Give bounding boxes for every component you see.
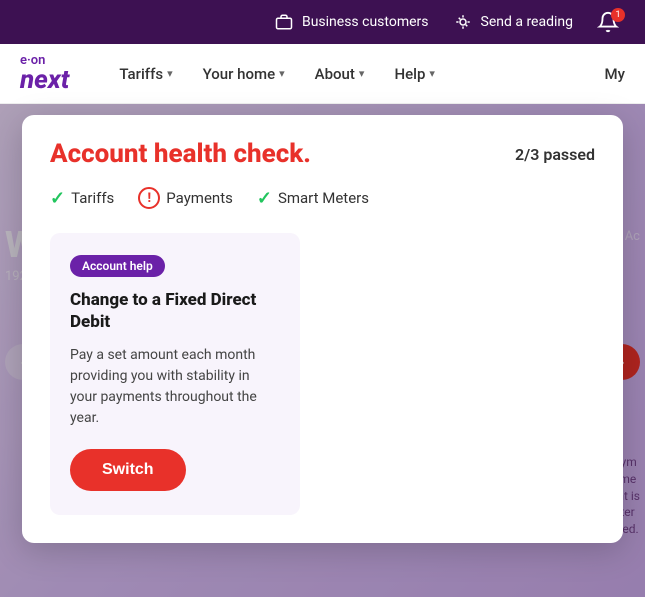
card-title: Change to a Fixed Direct Debit: [70, 289, 280, 333]
modal-checks-list: ✓ Tariffs ! Payments ✓ Smart Meters: [50, 187, 595, 209]
check-tariffs: ✓ Tariffs: [50, 188, 114, 209]
logo[interactable]: e·on next: [20, 54, 69, 93]
notification-badge-count: 1: [611, 8, 625, 22]
nav-my[interactable]: My: [605, 65, 625, 83]
check-smart-meters: ✓ Smart Meters: [257, 188, 369, 209]
modal-title: Account health check.: [50, 139, 311, 169]
check-smart-meters-label: Smart Meters: [278, 189, 369, 207]
business-customers-link[interactable]: Business customers: [274, 12, 429, 32]
nav-your-home[interactable]: Your home ▾: [203, 61, 285, 87]
chevron-down-icon: ▾: [429, 67, 435, 80]
modal-score: 2/3 passed: [515, 145, 595, 164]
check-payments: ! Payments: [138, 187, 233, 209]
nav-help[interactable]: Help ▾: [394, 61, 434, 87]
nav-tariffs[interactable]: Tariffs ▾: [119, 61, 172, 87]
nav-tariffs-label: Tariffs: [119, 65, 163, 83]
check-payments-warning-icon: !: [138, 187, 160, 209]
check-tariffs-icon: ✓: [50, 188, 65, 209]
notifications-button[interactable]: 1: [597, 8, 625, 36]
action-card: Account help Change to a Fixed Direct De…: [50, 233, 300, 515]
chevron-down-icon: ▾: [167, 67, 173, 80]
chevron-down-icon: ▾: [359, 67, 365, 80]
briefcase-icon: [274, 12, 294, 32]
logo-next-text: next: [20, 67, 69, 93]
meter-icon: [453, 12, 473, 32]
modal-header: Account health check. 2/3 passed: [50, 139, 595, 169]
send-reading-label: Send a reading: [481, 14, 573, 30]
chevron-down-icon: ▾: [279, 67, 285, 80]
nav-my-label: My: [605, 65, 625, 83]
check-tariffs-label: Tariffs: [71, 189, 114, 207]
switch-button[interactable]: Switch: [70, 449, 186, 491]
check-payments-label: Payments: [166, 189, 233, 207]
nav-help-label: Help: [394, 65, 425, 83]
nav-about[interactable]: About ▾: [315, 61, 365, 87]
nav-bar: e·on next Tariffs ▾ Your home ▾ About ▾ …: [0, 44, 645, 104]
check-smart-meters-icon: ✓: [257, 188, 272, 209]
business-customers-label: Business customers: [302, 14, 429, 30]
health-check-modal: Account health check. 2/3 passed ✓ Tarif…: [22, 115, 623, 543]
card-tag: Account help: [70, 255, 165, 277]
send-reading-link[interactable]: Send a reading: [453, 12, 573, 32]
card-description: Pay a set amount each month providing yo…: [70, 345, 280, 429]
nav-your-home-label: Your home: [203, 65, 276, 83]
nav-about-label: About: [315, 65, 355, 83]
top-bar: Business customers Send a reading 1: [0, 0, 645, 44]
